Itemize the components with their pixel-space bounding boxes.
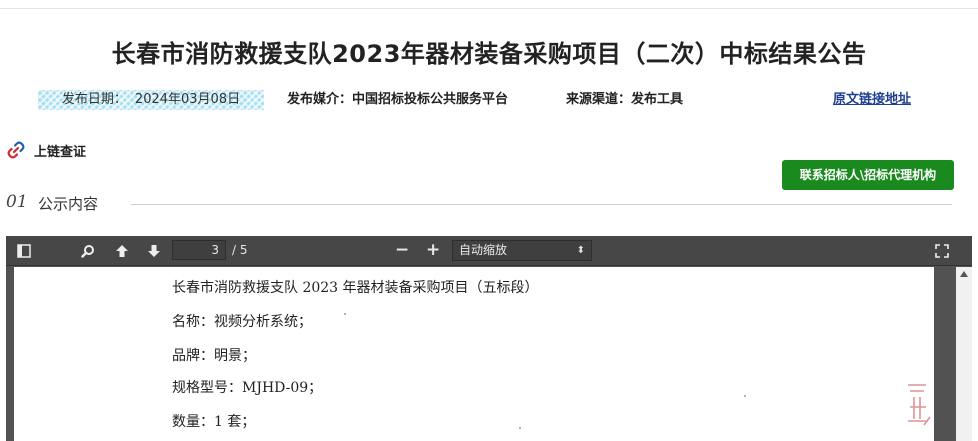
next-page-button[interactable]: [144, 241, 164, 261]
viewer-scrollbar[interactable]: [956, 267, 972, 441]
chain-verify-label: 上链查证: [34, 144, 87, 160]
publish-media: 发布媒介：中国招标投标公共服务平台: [287, 92, 509, 107]
doc-line: 规格型号：MJHD-09；: [172, 380, 323, 396]
section-divider: [131, 204, 952, 205]
doc-line: 品牌：明景；: [172, 348, 256, 364]
publish-date-label: 发布日期：: [61, 92, 127, 107]
publish-date-value: 2024年03月08日: [134, 92, 241, 107]
zoom-select-value: 自动缩放: [459, 243, 508, 257]
meta-row: 发布日期： 2024年03月08日 发布媒介：中国招标投标公共服务平台 来源渠道：…: [0, 88, 978, 112]
pdf-toolbar: 3 / 5 − + 自动缩放 ⬍: [6, 236, 972, 266]
scroll-up-arrow-icon[interactable]: [960, 271, 968, 277]
link-icon: [7, 141, 25, 159]
original-link[interactable]: 原文链接地址: [833, 90, 911, 110]
sidebar-icon: [17, 244, 31, 258]
scan-speck: [519, 427, 521, 429]
scan-speck: [344, 313, 346, 315]
previous-page-button[interactable]: [112, 241, 132, 261]
pdf-viewer: 3 / 5 − + 自动缩放 ⬍ 长春市消防救援支队 2023 年器材装备采购项…: [6, 236, 972, 441]
page-number-input[interactable]: 3: [172, 240, 226, 260]
contact-tenderer-button[interactable]: 联系招标人\招标代理机构: [782, 160, 954, 190]
section-title: 公示内容: [38, 195, 99, 213]
zoom-in-button[interactable]: +: [426, 239, 440, 261]
page-title: 长春市消防救援支队2023年器材装备采购项目（二次）中标结果公告: [111, 40, 867, 68]
arrow-up-icon: [116, 245, 128, 257]
doc-line: 名称：视频分析系统；: [172, 314, 312, 330]
sidebar-toggle-button[interactable]: [14, 241, 34, 261]
publish-date: 发布日期： 2024年03月08日: [38, 90, 264, 110]
section-number: 01: [6, 192, 28, 212]
seal-stamp: [908, 384, 931, 426]
top-divider: [0, 8, 978, 9]
zoom-out-button[interactable]: −: [395, 239, 409, 261]
arrow-down-icon: [148, 245, 160, 257]
page-total: / 5: [232, 243, 248, 257]
chain-verify-link[interactable]: 上链查证: [6, 140, 86, 160]
doc-line-heading: 长春市消防救援支队 2023 年器材装备采购项目（五标段）: [172, 280, 539, 296]
zoom-select[interactable]: 自动缩放 ⬍: [452, 240, 592, 261]
pdf-page: 长春市消防救援支队 2023 年器材装备采购项目（五标段） 名称：视频分析系统；…: [14, 267, 934, 441]
section-header: 01 公示内容: [6, 192, 952, 214]
presentation-mode-button[interactable]: [932, 241, 952, 261]
search-icon: [81, 245, 94, 258]
scan-speck: [744, 395, 746, 397]
chevron-updown-icon: ⬍: [576, 245, 585, 256]
doc-line: 数量：1 套；: [172, 414, 256, 430]
source-channel: 来源渠道：发布工具: [566, 92, 684, 107]
find-button[interactable]: [78, 241, 98, 261]
fullscreen-icon: [935, 244, 949, 258]
